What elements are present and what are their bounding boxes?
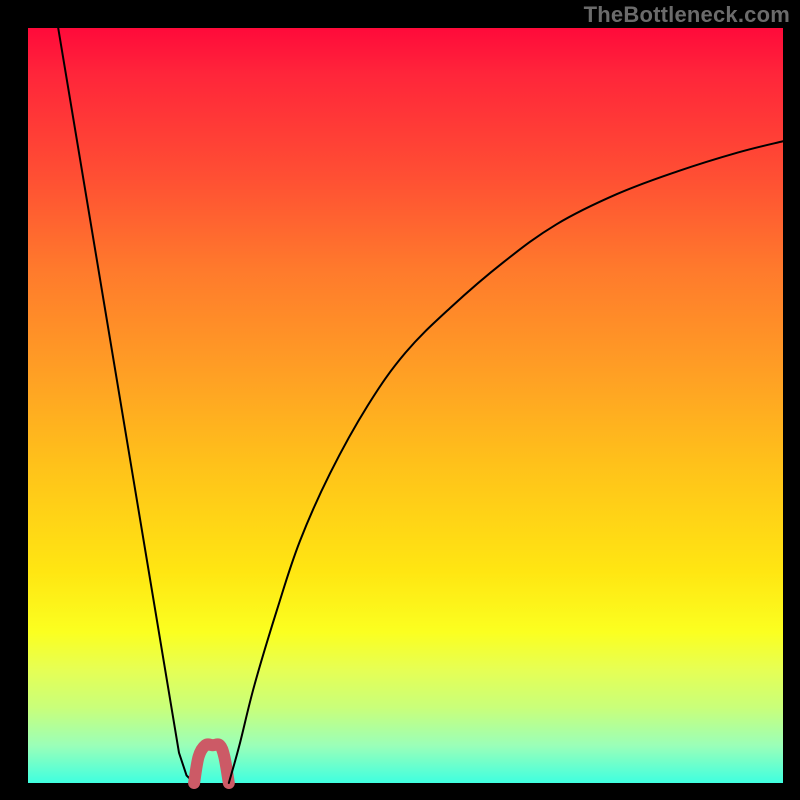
curve-left-path [58, 28, 194, 783]
chart-frame: TheBottleneck.com [0, 0, 800, 800]
watermark-text: TheBottleneck.com [584, 2, 790, 28]
chart-svg [28, 28, 783, 783]
curve-right-path [229, 141, 783, 783]
dip-segment-path [194, 744, 229, 783]
